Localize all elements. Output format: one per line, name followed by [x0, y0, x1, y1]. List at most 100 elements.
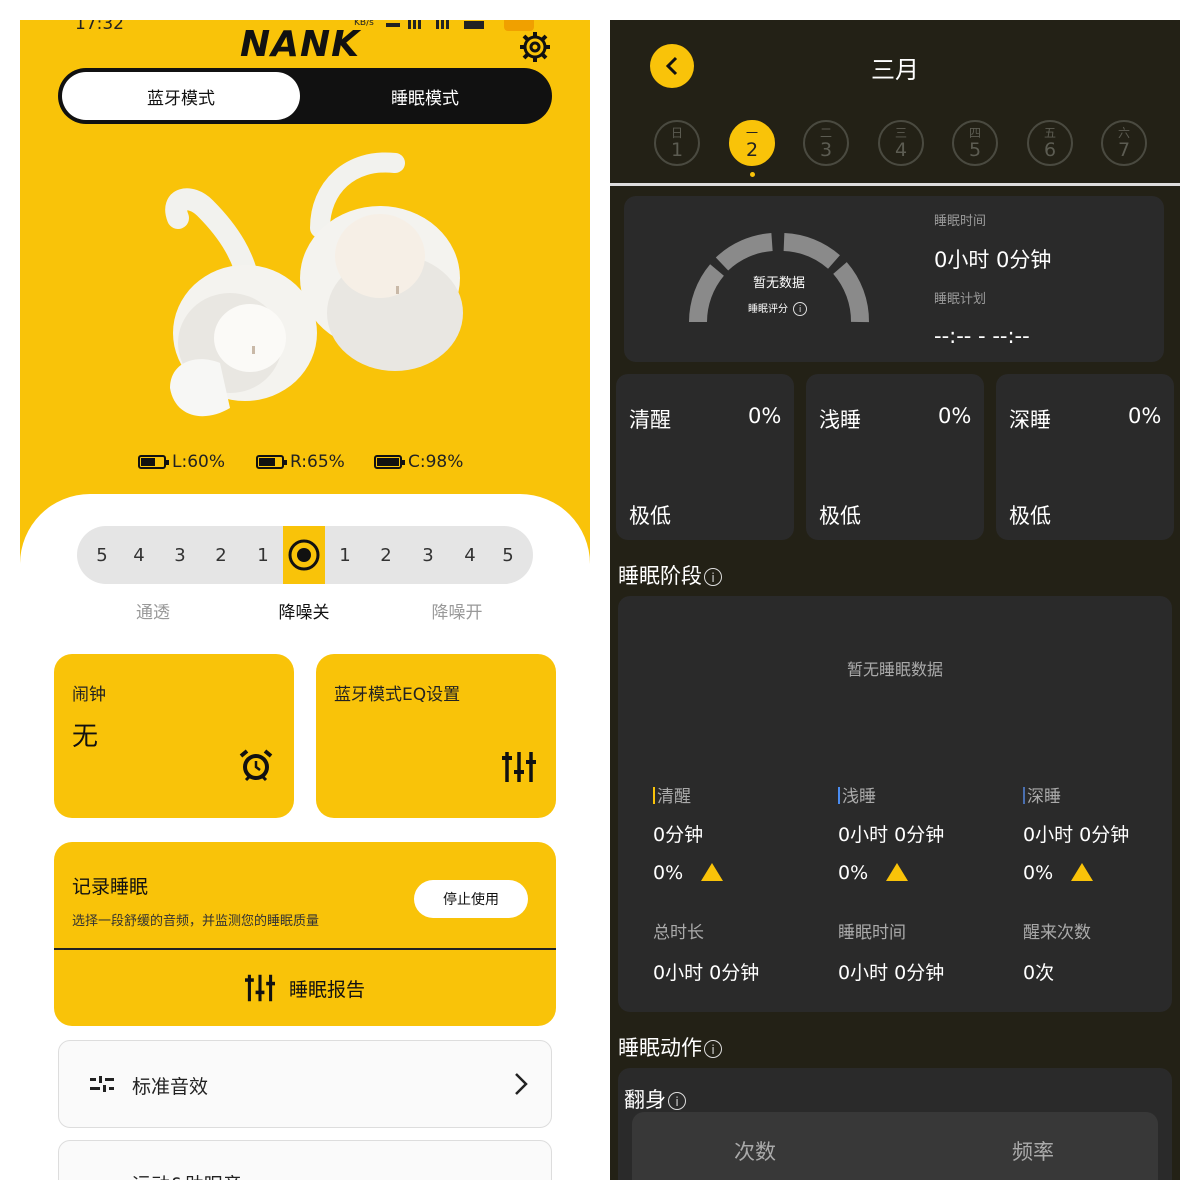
turn-over-title-text: 翻身 — [624, 1088, 666, 1112]
day-3[interactable]: 二3 — [803, 120, 849, 166]
day-weekday: 日 — [670, 125, 683, 140]
battery-case-label: C:98% — [408, 452, 464, 472]
stage-name: 浅睡 — [819, 408, 861, 432]
bluetooth-mode-tab[interactable]: 蓝牙模式 — [62, 72, 300, 120]
anc-level[interactable]: 2 — [209, 526, 233, 584]
phase-color-marker — [838, 787, 840, 804]
phase-color-marker — [653, 787, 655, 804]
phase-stat-pct-text: 0% — [653, 862, 684, 884]
sleep-phase-title-text: 睡眠阶段 — [618, 564, 702, 588]
eq-settings-title: 蓝牙模式EQ设置 — [334, 685, 461, 705]
day-number: 5 — [968, 138, 982, 161]
sleep-time-label: 睡眠时间 — [934, 210, 986, 229]
warning-icon — [1071, 863, 1094, 881]
total-label: 醒来次数 — [1023, 923, 1091, 943]
info-icon[interactable]: i — [704, 1040, 722, 1058]
stage-name: 清醒 — [629, 408, 671, 432]
brand-logo: NANK — [240, 24, 361, 65]
total-label: 总时长 — [653, 923, 704, 943]
info-icon[interactable]: i — [793, 302, 808, 316]
turn-over-title: 翻身 i — [624, 1084, 686, 1114]
day-number: 2 — [745, 138, 759, 161]
anc-off-label: 降噪关 — [278, 603, 330, 623]
anc-transparent-label: 通透 — [136, 603, 170, 623]
chevron-left-icon — [665, 56, 678, 76]
total-value: 0小时 0分钟 — [838, 962, 945, 984]
phase-stat-time: 0分钟 — [653, 824, 704, 846]
alarm-title: 闹钟 — [72, 685, 106, 705]
day-1[interactable]: 日1 — [654, 120, 700, 166]
gauge-label: 睡眠评分 i — [748, 300, 808, 316]
anc-slider-thumb[interactable] — [283, 526, 325, 584]
info-icon[interactable]: i — [668, 1092, 686, 1110]
sleep-report-button[interactable]: 睡眠报告 — [54, 950, 556, 1026]
phase-stat-pct: 0% — [653, 862, 724, 884]
anc-level[interactable]: 4 — [458, 526, 482, 584]
sleep-mode-tab[interactable]: 睡眠模式 — [302, 72, 548, 120]
anc-level[interactable]: 5 — [496, 526, 520, 584]
phase-stat-name: 深睡 — [1023, 782, 1061, 807]
phase-stat-pct: 0% — [1023, 862, 1094, 884]
anc-level[interactable]: 5 — [90, 526, 114, 584]
anc-level[interactable]: 3 — [416, 526, 440, 584]
phase-color-marker — [1023, 787, 1025, 804]
sleep-plan-label-text: 睡眠计划 — [934, 292, 987, 307]
stage-pct: 0% — [938, 404, 972, 428]
turn-freq-label: 频率 — [1012, 1140, 1054, 1164]
sleep-time-label-text: 睡眠时间 — [934, 214, 987, 229]
stage-level: 极低 — [819, 504, 861, 528]
phase-stat-name-text: 清醒 — [657, 787, 691, 807]
sleep-time-value: 0小时 0分钟 — [934, 248, 1052, 272]
day-weekday: 四 — [968, 125, 981, 140]
gauge-label-text: 睡眠评分 — [748, 304, 788, 315]
phase-stat-name-text: 深睡 — [1027, 787, 1061, 807]
eq-settings-card[interactable] — [316, 654, 556, 818]
day-number: 4 — [894, 138, 908, 161]
day-number: 3 — [819, 138, 833, 161]
day-4[interactable]: 三4 — [878, 120, 924, 166]
alarm-clock-icon — [238, 748, 274, 788]
total-value: 0次 — [1023, 962, 1055, 984]
phase-stat-name: 浅睡 — [838, 782, 876, 807]
anc-on-label: 降噪开 — [431, 603, 483, 623]
info-icon[interactable]: i — [704, 568, 722, 586]
sleep-action-title: 睡眠动作 i — [618, 1032, 722, 1062]
day-7[interactable]: 六7 — [1101, 120, 1147, 166]
total-value: 0小时 0分钟 — [653, 962, 760, 984]
phase-stat-pct: 0% — [838, 862, 909, 884]
back-button[interactable] — [650, 44, 694, 88]
anc-off-icon — [288, 539, 320, 571]
equalizer-icon — [244, 974, 275, 1002]
anc-level[interactable]: 2 — [374, 526, 398, 584]
chevron-right-icon — [514, 1072, 528, 1100]
anc-level[interactable]: 3 — [168, 526, 192, 584]
gauge-status: 暂无数据 — [752, 276, 805, 291]
header-divider — [610, 183, 1180, 186]
stage-pct: 0% — [748, 404, 782, 428]
record-sleep-desc: 选择一段舒缓的音频，并监测您的睡眠质量 — [72, 914, 320, 929]
day-weekday: 三 — [894, 125, 907, 140]
battery-icon — [374, 455, 405, 469]
stage-name: 深睡 — [1009, 408, 1051, 432]
battery-case: C:98% — [374, 452, 463, 472]
alarm-value: 无 — [72, 722, 99, 752]
anc-level[interactable]: 1 — [333, 526, 357, 584]
stage-level: 极低 — [629, 504, 671, 528]
turn-count-label: 次数 — [734, 1140, 776, 1164]
day-2[interactable]: 一2 — [729, 120, 775, 166]
stop-use-button[interactable]: 停止使用 — [414, 880, 528, 918]
battery-right: R:65% — [256, 452, 345, 472]
sleep-action-title-text: 睡眠动作 — [618, 1036, 702, 1060]
day-number: 7 — [1117, 138, 1131, 161]
anc-level[interactable]: 4 — [127, 526, 151, 584]
settings-gear-icon[interactable] — [518, 30, 552, 64]
day-weekday: 六 — [1117, 125, 1130, 140]
anc-level[interactable]: 1 — [251, 526, 275, 584]
earbuds-image — [150, 138, 470, 438]
total-label: 睡眠时间 — [838, 923, 906, 943]
stage-pct: 0% — [1128, 404, 1162, 428]
day-6[interactable]: 五6 — [1027, 120, 1073, 166]
day-5[interactable]: 四5 — [952, 120, 998, 166]
day-number: 6 — [1043, 138, 1057, 161]
phase-stat-name-text: 浅睡 — [842, 787, 876, 807]
